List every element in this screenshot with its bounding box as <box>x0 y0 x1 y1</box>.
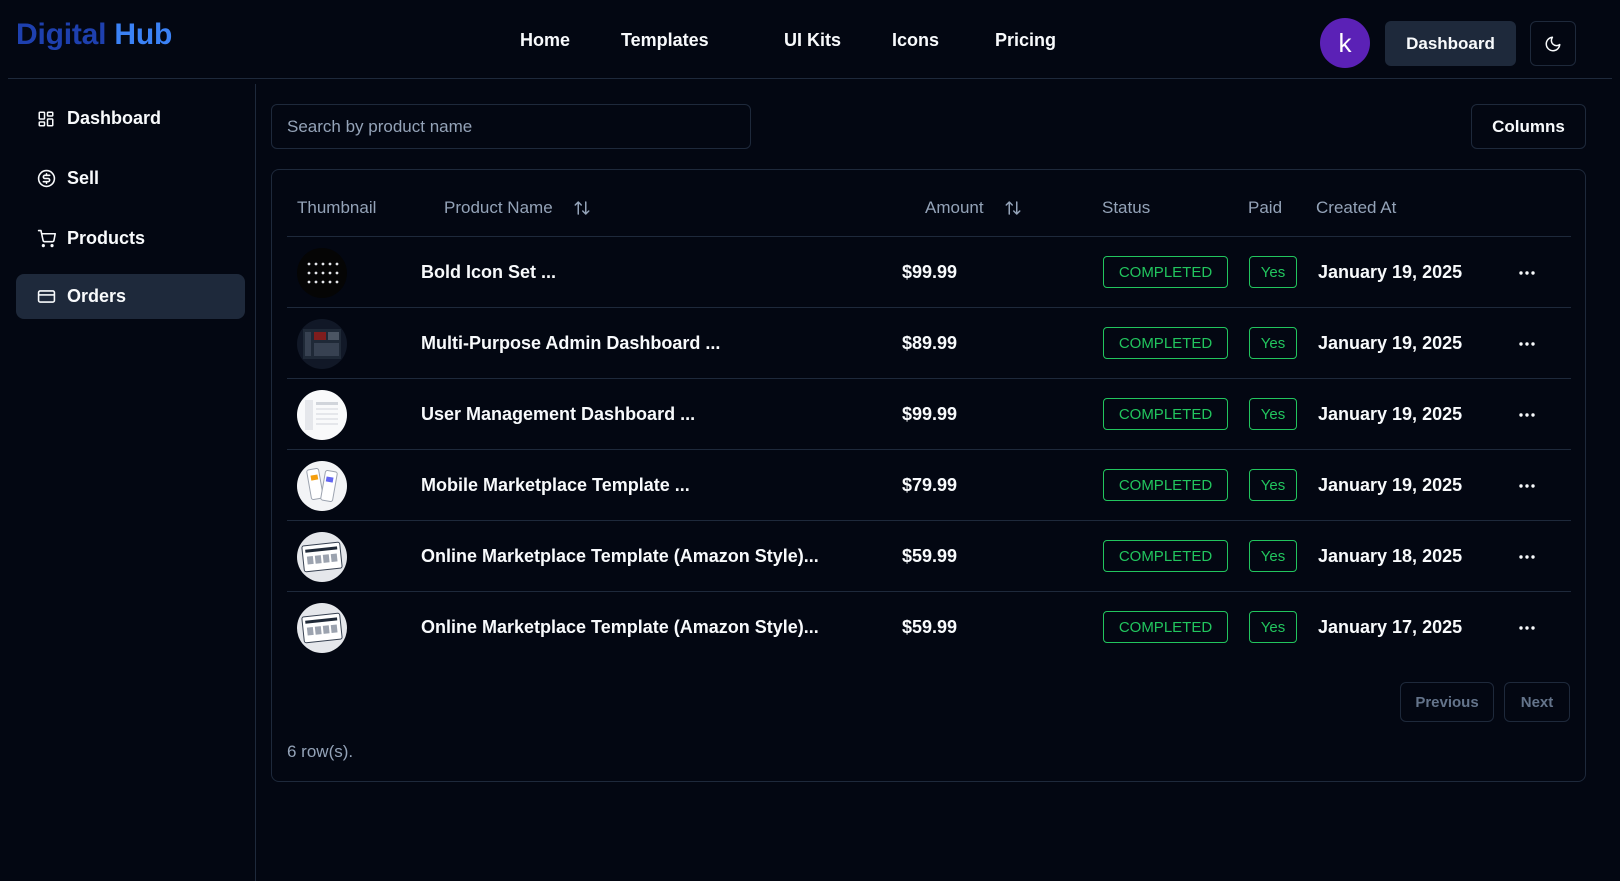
paid-badge: Yes <box>1249 327 1297 359</box>
paid-badge: Yes <box>1249 540 1297 572</box>
grid-icon <box>36 109 56 129</box>
sidebar-item-label: Dashboard <box>67 108 162 128</box>
amount: $89.99 <box>902 333 958 353</box>
main-nav: Home Templates UI Kits Icons Pricing <box>8 30 1612 56</box>
paid-badge: Yes <box>1249 256 1297 288</box>
amount: $99.99 <box>902 262 958 282</box>
paid-badge: Yes <box>1249 469 1297 501</box>
product-name: Bold Icon Set ... <box>421 262 557 282</box>
header-paid: Paid <box>1248 198 1283 217</box>
theme-toggle-button[interactable] <box>1530 21 1576 66</box>
top-header: Digital Hub Home Templates UI Kits Icons… <box>8 0 1612 79</box>
header-created-at: Created At <box>1316 198 1397 217</box>
product-name: Multi-Purpose Admin Dashboard ... <box>421 333 721 353</box>
product-thumbnail <box>297 319 347 369</box>
table-row: User Management Dashboard ... $99.99 COM… <box>287 379 1571 450</box>
orders-table-card: Thumbnail Product Name Amount Status Pai… <box>271 169 1586 782</box>
nav-templates[interactable]: Templates <box>621 30 709 51</box>
sort-icon[interactable] <box>573 199 591 217</box>
product-thumbnail <box>297 461 347 511</box>
created-date: January 19, 2025 <box>1318 333 1463 353</box>
sidebar: Dashboard Sell Products Orders <box>0 84 256 881</box>
amount: $59.99 <box>902 617 958 637</box>
paid-badge: Yes <box>1249 398 1297 430</box>
sidebar-item-label: Sell <box>67 168 100 188</box>
nav-icons[interactable]: Icons <box>892 30 939 51</box>
product-name: Online Marketplace Template (Amazon Styl… <box>421 617 819 637</box>
status-badge: COMPLETED <box>1103 256 1228 288</box>
header-status: Status <box>1102 198 1151 217</box>
header-product-name[interactable]: Product Name <box>444 198 591 218</box>
amount: $99.99 <box>902 404 958 424</box>
user-avatar[interactable]: k <box>1320 18 1370 68</box>
table-row: Online Marketplace Template (Amazon Styl… <box>287 592 1571 663</box>
more-actions-icon[interactable] <box>1515 261 1539 285</box>
created-date: January 19, 2025 <box>1318 404 1463 424</box>
table-row: Bold Icon Set ... $99.99 COMPLETED Yes J… <box>287 237 1571 308</box>
product-thumbnail <box>297 248 347 298</box>
sidebar-item-label: Products <box>67 228 146 248</box>
created-date: January 18, 2025 <box>1318 546 1463 566</box>
table-row: Online Marketplace Template (Amazon Styl… <box>287 521 1571 592</box>
sidebar-item-dashboard[interactable]: Dashboard <box>16 96 245 141</box>
more-actions-icon[interactable] <box>1515 403 1539 427</box>
status-badge: COMPLETED <box>1103 327 1228 359</box>
created-date: January 17, 2025 <box>1318 617 1463 637</box>
dashboard-button[interactable]: Dashboard <box>1385 21 1516 66</box>
more-actions-icon[interactable] <box>1515 474 1539 498</box>
more-actions-icon[interactable] <box>1515 332 1539 356</box>
row-count: 6 row(s). <box>287 742 354 761</box>
nav-pricing[interactable]: Pricing <box>995 30 1056 51</box>
nav-ui-kits[interactable]: UI Kits <box>784 30 841 51</box>
product-name: Online Marketplace Template (Amazon Styl… <box>421 546 819 566</box>
sidebar-item-orders[interactable]: Orders <box>16 274 245 319</box>
created-date: January 19, 2025 <box>1318 475 1463 495</box>
product-thumbnail <box>297 390 347 440</box>
created-date: January 19, 2025 <box>1318 262 1463 282</box>
next-button[interactable]: Next <box>1504 682 1570 722</box>
more-actions-icon[interactable] <box>1515 616 1539 640</box>
status-badge: COMPLETED <box>1103 398 1228 430</box>
amount: $79.99 <box>902 475 958 495</box>
search-input[interactable] <box>271 104 751 149</box>
nav-home[interactable]: Home <box>520 30 570 51</box>
more-actions-icon[interactable] <box>1515 545 1539 569</box>
previous-button[interactable]: Previous <box>1400 682 1494 722</box>
product-thumbnail <box>297 603 347 653</box>
product-name: Mobile Marketplace Template ... <box>421 475 690 495</box>
status-badge: COMPLETED <box>1103 469 1228 501</box>
product-name: User Management Dashboard ... <box>421 404 696 424</box>
sidebar-item-label: Orders <box>67 286 127 306</box>
status-badge: COMPLETED <box>1103 611 1228 643</box>
sidebar-item-products[interactable]: Products <box>16 216 245 261</box>
sidebar-item-sell[interactable]: Sell <box>16 156 245 201</box>
status-badge: COMPLETED <box>1103 540 1228 572</box>
table-row: Mobile Marketplace Template ... $79.99 C… <box>287 450 1571 521</box>
card-icon <box>36 287 56 307</box>
header-amount[interactable]: Amount <box>925 198 1022 218</box>
dollar-circle-icon <box>36 169 56 189</box>
header-thumbnail: Thumbnail <box>297 198 377 217</box>
columns-button[interactable]: Columns <box>1471 104 1586 149</box>
product-thumbnail <box>297 532 347 582</box>
cart-icon <box>36 229 56 249</box>
sort-icon[interactable] <box>1004 199 1022 217</box>
table-row: Multi-Purpose Admin Dashboard ... $89.99… <box>287 308 1571 379</box>
paid-badge: Yes <box>1249 611 1297 643</box>
amount: $59.99 <box>902 546 958 566</box>
moon-icon <box>1545 36 1561 51</box>
